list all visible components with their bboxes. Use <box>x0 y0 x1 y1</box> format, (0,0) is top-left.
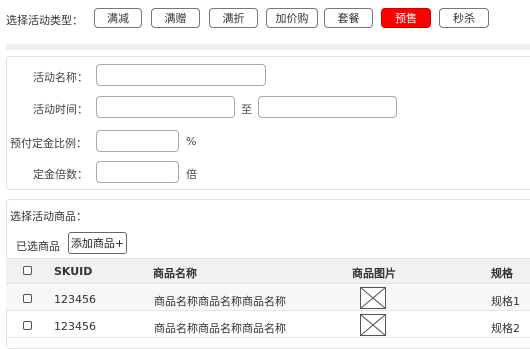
section-divider <box>6 44 530 50</box>
row-checkbox[interactable] <box>23 321 32 330</box>
percent-unit: % <box>186 135 197 148</box>
type-button-jiajiagou[interactable]: 加价购 <box>266 8 318 28</box>
column-header-image: 商品图片 <box>352 267 396 280</box>
row-name: 商品名称商品名称商品名称 <box>154 295 286 308</box>
end-time-input[interactable] <box>258 96 397 118</box>
type-button-yushou[interactable]: 预售 <box>381 8 431 28</box>
deposit-ratio-input[interactable] <box>96 130 179 152</box>
time-separator: 至 <box>241 103 252 116</box>
activity-time-label: 活动时间： <box>33 103 88 116</box>
image-placeholder-icon <box>360 314 386 336</box>
row-spec: 规格2 <box>491 322 520 335</box>
row-checkbox[interactable] <box>23 294 32 303</box>
type-button-taocan[interactable]: 套餐 <box>324 8 373 28</box>
deposit-multiplier-input[interactable] <box>96 161 179 183</box>
row-skuid: 123456 <box>54 293 96 306</box>
type-button-manjian[interactable]: 满减 <box>94 8 142 28</box>
column-header-skuid: SKUID <box>54 265 93 278</box>
select-all-checkbox[interactable] <box>23 266 32 275</box>
row-skuid: 123456 <box>54 320 96 333</box>
activity-type-row: 选择活动类型： 满减 满赠 满折 加价购 套餐 预售 秒杀 <box>0 0 530 40</box>
column-header-spec: 规格 <box>491 267 513 280</box>
activity-name-label: 活动名称： <box>33 71 88 84</box>
activity-type-label: 选择活动类型： <box>6 14 83 27</box>
type-button-manzhe[interactable]: 满折 <box>209 8 258 28</box>
row-name: 商品名称商品名称商品名称 <box>154 322 286 335</box>
selected-goods-label: 已选商品 <box>16 240 60 253</box>
deposit-multiplier-label: 定金倍数： <box>33 168 88 181</box>
select-goods-title: 选择活动商品： <box>10 210 87 223</box>
multiplier-unit: 倍 <box>186 168 197 181</box>
image-placeholder-icon <box>360 287 386 309</box>
row-spec: 规格1 <box>491 295 520 308</box>
deposit-ratio-label: 预付定金比例： <box>10 137 87 150</box>
activity-name-input[interactable] <box>96 64 266 86</box>
type-button-manzeng[interactable]: 满赠 <box>151 8 200 28</box>
add-goods-button[interactable]: 添加商品+ <box>68 232 127 254</box>
type-button-miaosha[interactable]: 秒杀 <box>439 8 489 28</box>
start-time-input[interactable] <box>96 96 235 118</box>
column-header-name: 商品名称 <box>153 267 197 280</box>
